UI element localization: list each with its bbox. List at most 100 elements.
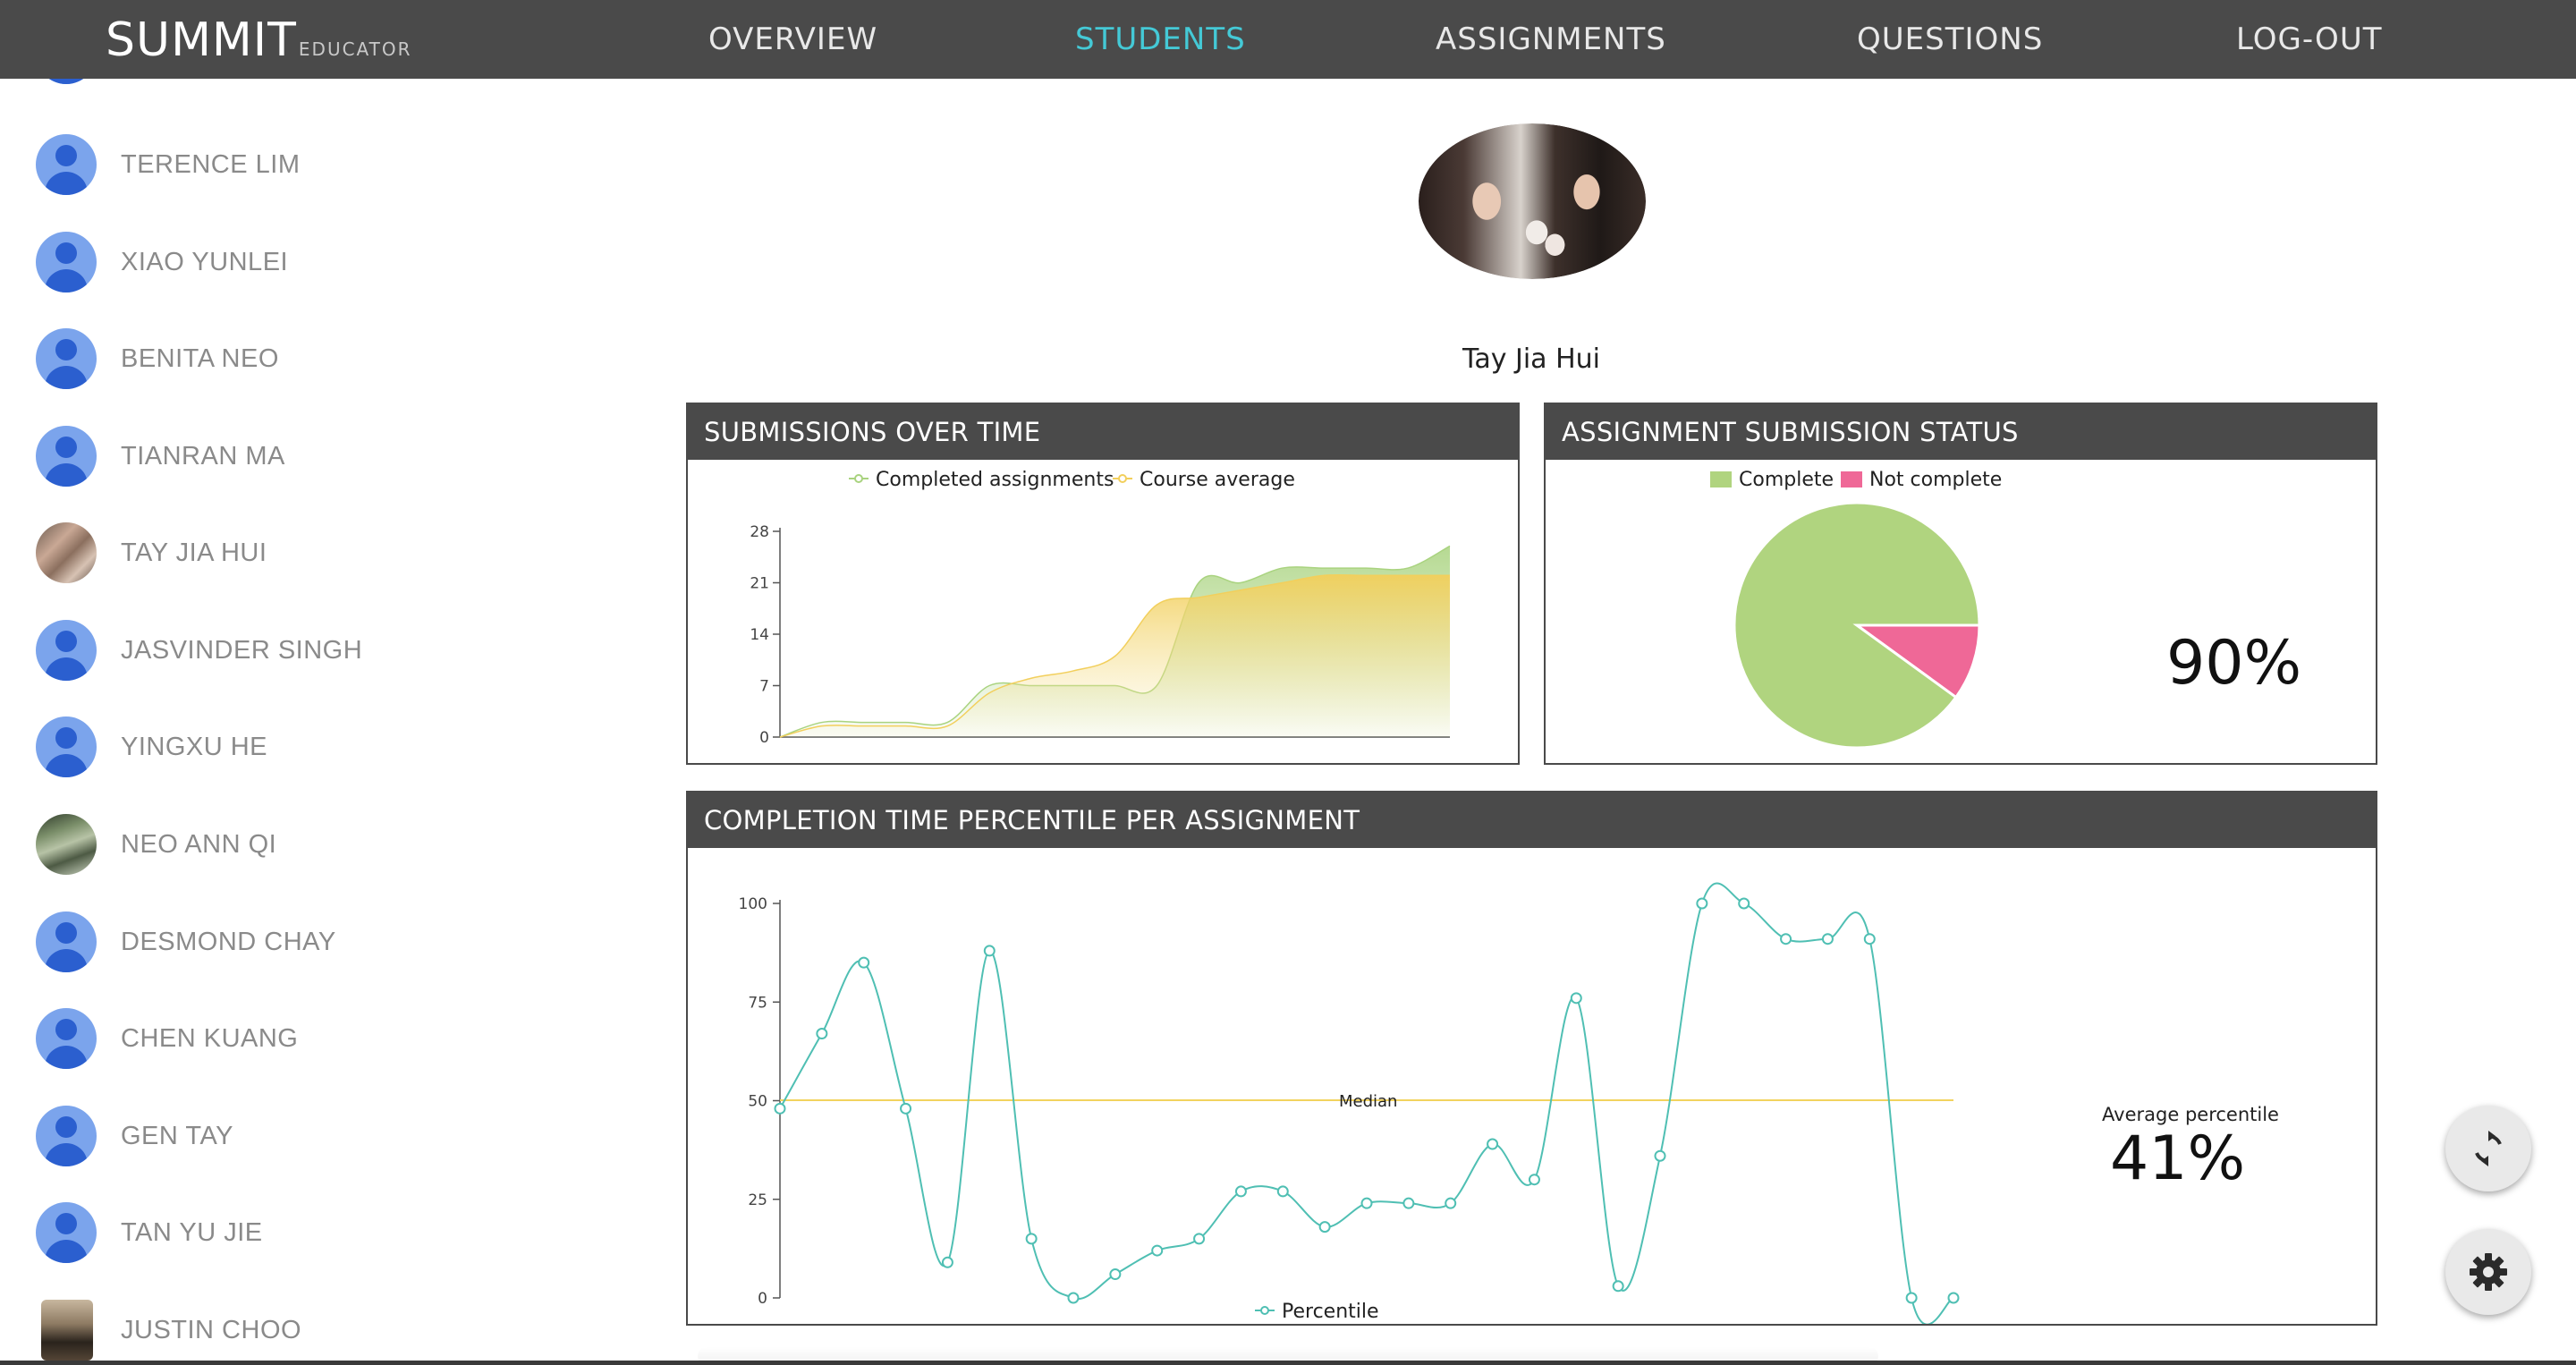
legend-course-average: Course average [1140, 469, 1295, 491]
student-name: TAN YU JIE [121, 1218, 263, 1247]
avatar [36, 716, 97, 777]
average-percentile-label: Average percentile [2102, 1104, 2279, 1125]
avatar [36, 1008, 97, 1069]
avatar [36, 911, 97, 972]
legend-percentile: Percentile [1282, 1301, 1379, 1323]
brand-logo[interactable]: SUMMIT EDUCATOR [106, 9, 412, 72]
median-label: Median [1339, 1092, 1397, 1111]
student-item[interactable]: DESMOND CHAY [36, 906, 501, 978]
nav-assignments[interactable]: ASSIGNMENTS [1436, 0, 1666, 79]
student-item[interactable]: JUSTIN CHOO [36, 1294, 501, 1365]
percentile-point [1738, 897, 1750, 910]
legend-complete: Complete [1739, 469, 1834, 491]
panel-title: COMPLETION TIME PERCENTILE PER ASSIGNMEN… [688, 793, 2376, 848]
profile-name: Tay Jia Hui [1462, 343, 1601, 375]
nav-students[interactable]: STUDENTS [1075, 0, 1246, 79]
avatar [36, 620, 97, 681]
top-navbar: SUMMIT EDUCATOR OVERVIEW STUDENTS ASSIGNM… [0, 0, 2576, 79]
avatar [36, 328, 97, 389]
y-tick-label: 100 [739, 895, 767, 913]
chart-legend: Complete Not complete [1710, 469, 2002, 491]
percentile-point [774, 1102, 786, 1115]
student-item[interactable]: CHEN KUANG [36, 1003, 501, 1074]
y-tick-label: 25 [748, 1191, 767, 1209]
chart-legend: Percentile [1255, 1301, 1379, 1323]
student-item[interactable]: JASVINDER SINGH [36, 615, 501, 686]
student-item[interactable]: NEO ANN QI [36, 809, 501, 880]
y-tick-label: 0 [759, 729, 769, 747]
student-item[interactable]: YINGXU HE [36, 711, 501, 783]
avatar [36, 232, 97, 292]
y-tick-label: 21 [750, 575, 769, 593]
percentile-point [1612, 1280, 1624, 1293]
legend-marker-completed [854, 474, 863, 483]
student-item[interactable]: TAN YU JIE [36, 1197, 501, 1268]
submissions-chart: Completed assignments Course average 0 7 1… [750, 469, 1451, 747]
percentile-point [1487, 1138, 1499, 1150]
percentile-point [1276, 1185, 1289, 1198]
student-name: TIANRAN MA [121, 442, 285, 471]
percentile-point [983, 945, 996, 957]
percentile-point [1570, 992, 1582, 1005]
y-tick-label: 50 [748, 1093, 767, 1111]
legend-swatch-complete [1710, 471, 1732, 488]
percentile-point [816, 1028, 828, 1040]
percentile-point [1528, 1174, 1540, 1186]
percentile-point [858, 956, 870, 969]
student-item[interactable]: BENITA NEO [36, 323, 501, 394]
avatar-photo [36, 522, 97, 583]
legend-completed: Completed assignments [876, 469, 1114, 491]
avatar [36, 1202, 97, 1263]
percentile-point [1151, 1244, 1164, 1257]
student-item[interactable]: TAY JIA HUI [36, 517, 501, 589]
avatar [36, 1106, 97, 1166]
submission-status-panel: ASSIGNMENT SUBMISSION STATUS Complete No… [1544, 403, 2377, 765]
chart-legend: Completed assignments Course average [849, 469, 1295, 491]
submission-percent: 90% [2166, 628, 2302, 699]
student-name: JASVINDER SINGH [121, 636, 363, 665]
y-tick-label: 7 [759, 678, 769, 696]
percentile-point [1947, 1292, 1960, 1304]
avatar-photo [36, 814, 97, 875]
settings-button[interactable] [2445, 1229, 2531, 1315]
student-item[interactable]: GEN TAY [36, 1100, 501, 1172]
y-tick-label: 14 [750, 626, 769, 644]
student-name: GEN TAY [121, 1122, 233, 1150]
percentile-point [1109, 1268, 1122, 1281]
percentile-point [1445, 1197, 1457, 1209]
student-name: BENITA NEO [121, 344, 279, 373]
percentile-point [900, 1102, 912, 1115]
nav-overview[interactable]: OVERVIEW [708, 0, 877, 79]
percentile-point [1402, 1197, 1415, 1209]
student-item[interactable]: TERENCE LIM [36, 129, 501, 200]
percentile-point [1318, 1221, 1331, 1234]
gear-icon [2470, 1253, 2507, 1291]
refresh-icon [2475, 1131, 2502, 1166]
submissions-panel: SUBMISSIONS OVER TIME Completed assignme… [686, 403, 1520, 765]
percentile-point [1193, 1233, 1206, 1245]
panel-title: ASSIGNMENT SUBMISSION STATUS [1546, 404, 2376, 460]
submission-status-chart: Complete Not complete [1710, 469, 2002, 750]
student-list: TERENCE LIM XIAO YUNLEI BENITA NEO TIANR… [0, 79, 537, 1365]
average-percentile-value: 41% [2110, 1123, 2246, 1194]
student-name: NEO ANN QI [121, 830, 277, 859]
completion-percentile-chart: 0 25 50 75 100 Median Percentile [739, 882, 1960, 1324]
panel-title: SUBMISSIONS OVER TIME [688, 404, 1518, 460]
student-name: TERENCE LIM [121, 150, 301, 179]
y-tick-label: 0 [758, 1290, 767, 1308]
legend-not-complete: Not complete [1869, 469, 2002, 491]
percentile-point [1654, 1149, 1666, 1162]
student-item[interactable]: TIANRAN MA [36, 420, 501, 492]
percentile-point [1905, 1292, 1918, 1304]
percentile-point [1696, 897, 1708, 910]
student-name: JUSTIN CHOO [121, 1316, 302, 1344]
nav-questions[interactable]: QUESTIONS [1857, 0, 2043, 79]
avatar-photo [41, 1300, 93, 1361]
refresh-button[interactable] [2445, 1106, 2531, 1191]
brand-subtitle: EDUCATOR [298, 38, 412, 60]
student-name: DESMOND CHAY [121, 928, 336, 956]
percentile-point [1780, 933, 1792, 945]
percentile-point [1067, 1292, 1080, 1304]
student-item[interactable]: XIAO YUNLEI [36, 226, 501, 298]
nav-log-out[interactable]: LOG-OUT [2236, 0, 2382, 79]
